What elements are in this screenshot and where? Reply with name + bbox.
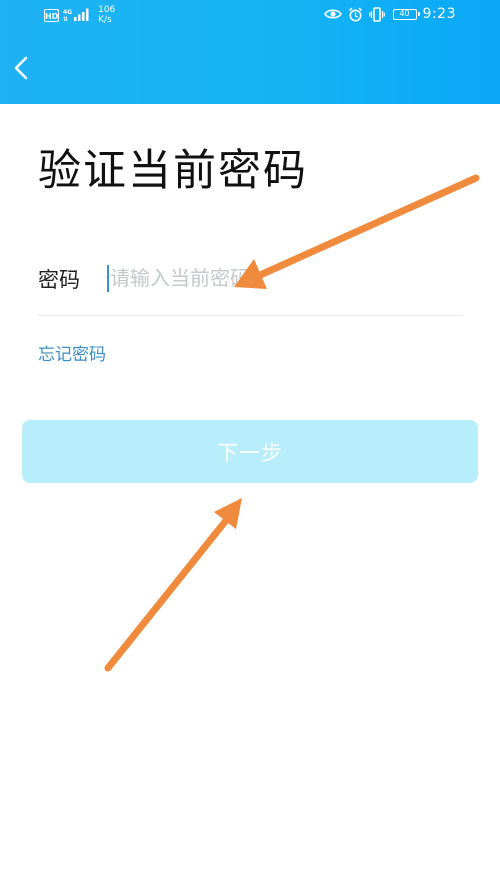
password-label: 密码 <box>38 268 80 292</box>
status-left: HD 4G ⇅ 106 K/s <box>44 5 115 25</box>
vibrate-icon <box>368 6 385 22</box>
arrow-icon <box>104 498 242 672</box>
status-bar: HD 4G ⇅ 106 K/s 40 9:23 <box>0 0 500 36</box>
network-arrows: ⇅ <box>63 15 69 23</box>
hd-badge: HD <box>44 9 59 22</box>
back-button[interactable] <box>6 50 40 86</box>
status-right: 40 9:23 <box>323 6 456 22</box>
chevron-left-icon <box>6 50 40 86</box>
network-label: 4G <box>63 8 73 16</box>
text-cursor <box>107 265 109 292</box>
next-step-button[interactable]: 下一步 <box>22 420 478 483</box>
network-speed: 106 K/s <box>98 5 115 25</box>
forgot-password-link[interactable]: 忘记密码 <box>38 340 106 365</box>
page-title: 验证当前密码 <box>38 146 308 196</box>
battery-icon: 40 <box>392 8 420 20</box>
signal-icon <box>74 6 90 25</box>
header-bar: HD 4G ⇅ 106 K/s 40 9:23 <box>0 0 500 104</box>
clock-time: 9:23 <box>422 6 456 22</box>
input-divider <box>38 315 463 316</box>
speed-unit: K/s <box>98 14 112 25</box>
password-input[interactable] <box>106 260 466 296</box>
eye-icon <box>323 8 342 20</box>
network-type: 4G ⇅ <box>63 9 72 23</box>
alarm-icon <box>348 7 363 22</box>
speed-value: 106 <box>98 4 116 15</box>
